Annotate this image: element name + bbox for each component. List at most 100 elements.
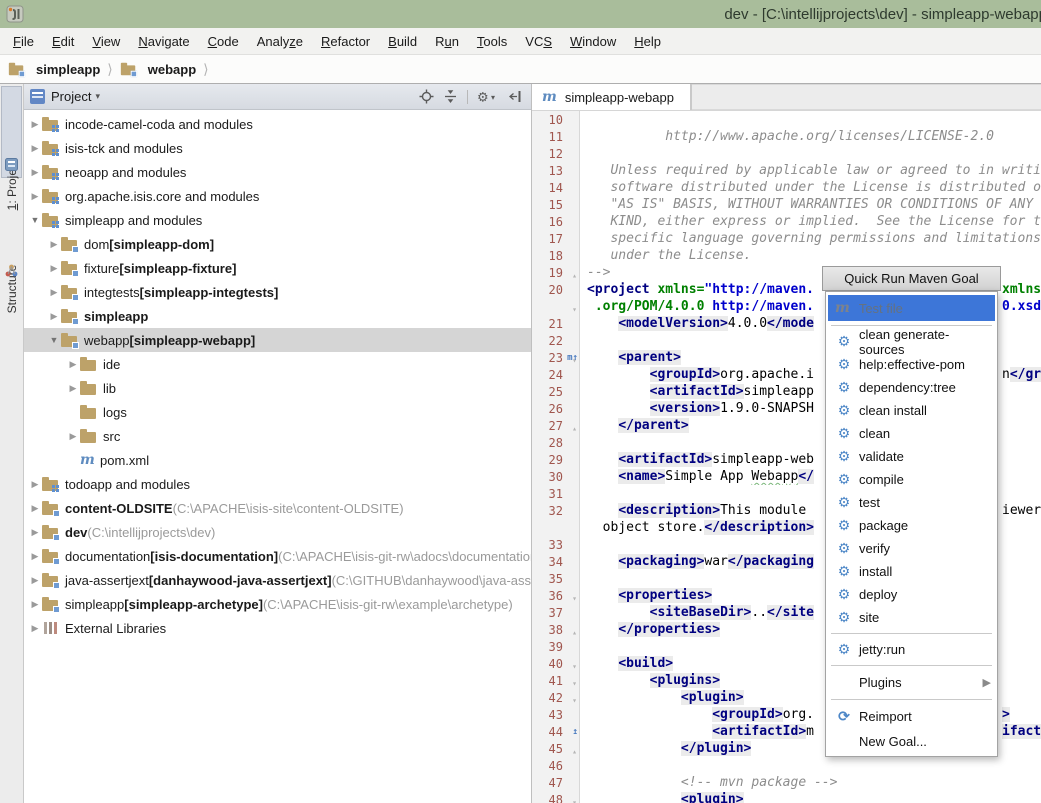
tree-row[interactable]: ▶isis-tck and modules [24,136,531,160]
tree-row[interactable]: ▶src [24,424,531,448]
menu-window[interactable]: Window [561,31,625,52]
tree-row[interactable]: logs [24,400,531,424]
arrow-up-anchor-icon[interactable]: ↥ [573,724,578,741]
tree-row[interactable]: ▶org.apache.isis.core and modules [24,184,531,208]
dropdown-caret-icon[interactable]: ▾ [95,91,100,102]
tree-item-label: (C:\APACHE\isis-git-rw\adocs\documentati… [278,549,531,564]
tree-row[interactable]: ▼simpleapp and modules [24,208,531,232]
popup-selected-item[interactable]: mTest file [828,295,995,321]
collapsed-arrow-icon[interactable]: ▶ [28,575,42,586]
tree-row[interactable]: mpom.xml [24,448,531,472]
collapsed-arrow-icon[interactable]: ▶ [28,503,42,514]
popup-item-new-goal-[interactable]: New Goal... [826,729,997,754]
popup-item-verify[interactable]: ⚙verify [826,537,997,560]
tree-row[interactable]: ▶lib [24,376,531,400]
menu-view[interactable]: View [83,31,129,52]
menu-help[interactable]: Help [625,31,670,52]
popup-item-install[interactable]: ⚙install [826,560,997,583]
collapsed-arrow-icon[interactable]: ▶ [66,383,80,394]
editor-tab-simpleapp-webapp[interactable]: m simpleapp-webapp [532,84,691,110]
collapse-all-icon[interactable] [443,89,458,104]
collapsed-arrow-icon[interactable]: ▶ [28,599,42,610]
popup-item-deploy[interactable]: ⚙deploy [826,583,997,606]
collapsed-arrow-icon[interactable]: ▶ [28,623,42,634]
menu-tools[interactable]: Tools [468,31,516,52]
expanded-arrow-icon[interactable]: ▼ [28,215,42,225]
collapsed-arrow-icon[interactable]: ▶ [47,287,61,298]
code-line: 11 http://www.apache.org/licenses/LICENS… [532,128,1041,145]
project-panel-header: Project ▾ ⚙▾ [24,84,531,110]
menu-run[interactable]: Run [426,31,468,52]
tree-row[interactable]: ▶integtests [simpleapp-integtests] [24,280,531,304]
line-number: 10 [549,112,563,129]
collapsed-arrow-icon[interactable]: ▶ [28,527,42,538]
popup-item-site[interactable]: ⚙site [826,606,997,629]
gutter: 36▾ [532,587,580,604]
popup-item-label: jetty:run [859,642,905,657]
gear-icon: ⚙ [836,641,852,658]
menu-analyze[interactable]: Analyze [248,31,312,52]
code-right-fragment: xmlns [1002,281,1041,298]
collapsed-arrow-icon[interactable]: ▶ [47,311,61,322]
code-text: <plugin> [580,791,1041,803]
expanded-arrow-icon[interactable]: ▼ [47,335,61,345]
tree-row[interactable]: ▶ide [24,352,531,376]
menu-code[interactable]: Code [199,31,248,52]
collapsed-arrow-icon[interactable]: ▶ [28,119,42,130]
collapsed-arrow-icon[interactable]: ▶ [28,191,42,202]
fold-start-icon[interactable]: ▾ [572,794,577,803]
tree-row[interactable]: ▶External Libraries [24,616,531,640]
project-view-selector[interactable]: Project [51,89,91,104]
popup-item-dependency-tree[interactable]: ⚙dependency:tree [826,376,997,399]
tree-row[interactable]: ▶dev (C:\intellijprojects\dev) [24,520,531,544]
menu-file[interactable]: File [4,31,43,52]
tree-row[interactable]: ▶documentation [isis-documentation] (C:\… [24,544,531,568]
collapsed-arrow-icon[interactable]: ▶ [28,479,42,490]
popup-item-label: install [859,564,892,579]
menu-refactor[interactable]: Refactor [312,31,379,52]
popup-item-package[interactable]: ⚙package [826,514,997,537]
tree-row[interactable]: ▼webapp [simpleapp-webapp] [24,328,531,352]
breadcrumb-item-simpleapp[interactable]: simpleapp [8,61,100,77]
popup-item-clean-install[interactable]: ⚙clean install [826,399,997,422]
code-segment: war [704,554,727,569]
gutter: 29 [532,451,580,468]
collapsed-arrow-icon[interactable]: ▶ [47,239,61,250]
settings-gear-icon[interactable]: ⚙▾ [477,89,499,104]
popup-item-jetty-run[interactable]: ⚙ jetty:run [826,638,997,661]
popup-item-validate[interactable]: ⚙validate [826,445,997,468]
popup-item-plugins[interactable]: Plugins▶ [826,670,997,695]
gutter: 15 [532,196,580,213]
tree-row[interactable]: ▶fixture [simpleapp-fixture] [24,256,531,280]
gutter: 12 [532,145,580,162]
tree-row[interactable]: ▶dom [simpleapp-dom] [24,232,531,256]
code-segment: <packaging> [618,554,704,569]
collapsed-arrow-icon[interactable]: ▶ [66,359,80,370]
popup-item-clean[interactable]: ⚙clean [826,422,997,445]
collapsed-arrow-icon[interactable]: ▶ [28,551,42,562]
popup-item-test[interactable]: ⚙test [826,491,997,514]
breadcrumb-item-webapp[interactable]: webapp [120,61,196,77]
hide-panel-icon[interactable] [508,89,523,104]
popup-item-reimport[interactable]: ⟳Reimport [826,704,997,729]
menu-edit[interactable]: Edit [43,31,83,52]
collapsed-arrow-icon[interactable]: ▶ [66,431,80,442]
menu-navigate[interactable]: Navigate [129,31,198,52]
tree-row[interactable]: ▶neoapp and modules [24,160,531,184]
code-segment [587,588,618,603]
locate-icon[interactable] [419,89,434,104]
maven-update-icon[interactable]: m↑ [567,350,578,367]
tree-row[interactable]: ▶content-OLDSITE (C:\APACHE\isis-site\co… [24,496,531,520]
tree-row[interactable]: ▶incode-camel-coda and modules [24,112,531,136]
menu-vcs[interactable]: VCS [516,31,561,52]
tree-row[interactable]: ▶java-assertjext [danhaywood-java-assert… [24,568,531,592]
tree-row[interactable]: ▶simpleapp [simpleapp-archetype] (C:\APA… [24,592,531,616]
popup-item-clean-generate-sources[interactable]: ⚙clean generate-sources [826,330,997,353]
tree-row[interactable]: ▶todoapp and modules [24,472,531,496]
menu-build[interactable]: Build [379,31,426,52]
popup-item-compile[interactable]: ⚙compile [826,468,997,491]
collapsed-arrow-icon[interactable]: ▶ [47,263,61,274]
collapsed-arrow-icon[interactable]: ▶ [28,167,42,178]
collapsed-arrow-icon[interactable]: ▶ [28,143,42,154]
tree-row[interactable]: ▶simpleapp [24,304,531,328]
